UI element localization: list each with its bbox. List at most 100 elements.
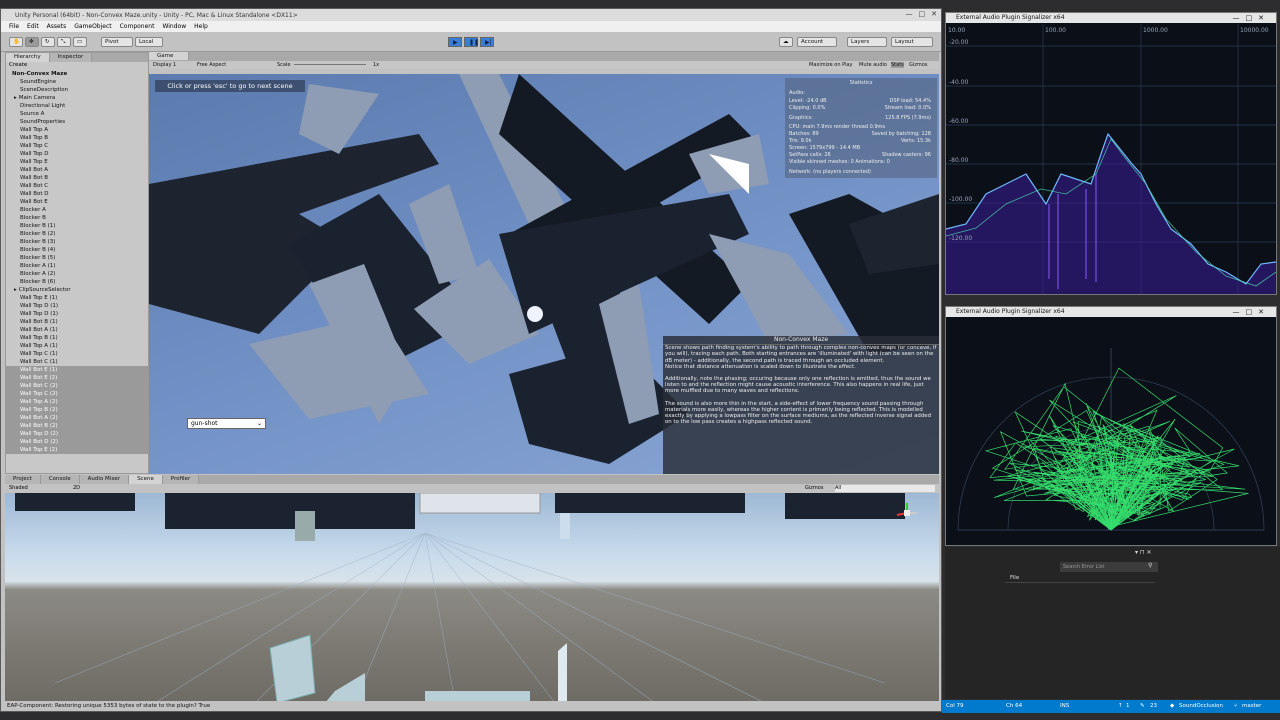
scene-gizmos-dropdown[interactable]: Gizmos bbox=[805, 485, 823, 491]
scale-slider[interactable] bbox=[294, 64, 366, 65]
pivot-button[interactable]: Pivot bbox=[101, 37, 133, 47]
tab-scene[interactable]: Scene bbox=[129, 475, 163, 484]
game-viewport[interactable]: Click or press 'esc' to go to next scene… bbox=[149, 74, 939, 474]
tab-console[interactable]: Console bbox=[40, 475, 80, 484]
stats-toggle[interactable]: Stats bbox=[891, 62, 904, 68]
tab-inspector[interactable]: Inspector bbox=[49, 53, 93, 62]
hierarchy-item[interactable]: Wall Top E bbox=[6, 158, 148, 166]
hierarchy-item[interactable]: Blocker A (1) bbox=[6, 262, 148, 270]
tab-profiler[interactable]: Profiler bbox=[162, 475, 200, 484]
play-button[interactable]: ▶ bbox=[448, 37, 462, 47]
maximize-on-play-toggle[interactable]: Maximize on Play bbox=[809, 62, 853, 68]
error-column-file[interactable]: File bbox=[1005, 575, 1155, 583]
local-button[interactable]: Local bbox=[135, 37, 163, 47]
mute-audio-toggle[interactable]: Mute audio bbox=[859, 62, 887, 68]
hierarchy-item[interactable]: Wall Top C (2) bbox=[6, 390, 148, 398]
hierarchy-item[interactable]: Wall Bot A (1) bbox=[6, 326, 148, 334]
hierarchy-item[interactable]: Wall Bot B (2) bbox=[6, 422, 148, 430]
error-search-input[interactable]: Search Error List bbox=[1060, 562, 1158, 572]
menu-component[interactable]: Component bbox=[120, 23, 155, 30]
aspect-dropdown[interactable]: Free Aspect bbox=[197, 62, 226, 68]
maximize-icon[interactable]: □ bbox=[1246, 14, 1259, 22]
hierarchy-item[interactable]: Wall Bot C (1) bbox=[6, 358, 148, 366]
hierarchy-item[interactable]: Wall Top E (2) bbox=[6, 446, 148, 454]
hierarchy-item[interactable]: Wall Top D (1) bbox=[6, 310, 148, 318]
close-icon[interactable]: ✕ bbox=[1258, 308, 1270, 316]
sound-clip-dropdown[interactable]: gun-shot ⌄ bbox=[187, 418, 266, 429]
menu-window[interactable]: Window bbox=[162, 23, 186, 30]
collab-cloud-icon[interactable]: ☁ bbox=[779, 37, 793, 47]
hierarchy-item[interactable]: Wall Top A (2) bbox=[6, 398, 148, 406]
hierarchy-item[interactable]: Wall Bot E bbox=[6, 198, 148, 206]
hierarchy-item[interactable]: Wall Top B (2) bbox=[6, 406, 148, 414]
tab-audio-mixer[interactable]: Audio Mixer bbox=[79, 475, 130, 484]
scene-orientation-gizmo-icon[interactable] bbox=[895, 501, 919, 525]
menu-edit[interactable]: Edit bbox=[27, 23, 39, 30]
menu-help[interactable]: Help bbox=[194, 23, 208, 30]
pin-icon[interactable]: ▾ ⊓ bbox=[1135, 549, 1145, 556]
hierarchy-item[interactable]: Wall Bot C (2) bbox=[6, 382, 148, 390]
tab-game[interactable]: Game bbox=[149, 52, 189, 60]
hierarchy-item[interactable]: Blocker B (3) bbox=[6, 238, 148, 246]
maximize-icon[interactable]: □ bbox=[1246, 308, 1259, 316]
status-project[interactable]: SoundOcclusion bbox=[1179, 700, 1223, 713]
hierarchy-item[interactable]: Wall Bot A bbox=[6, 166, 148, 174]
hierarchy-item[interactable]: ClipSourceSelector bbox=[6, 286, 148, 294]
hierarchy-item[interactable]: Wall Top C bbox=[6, 142, 148, 150]
hierarchy-item[interactable]: Blocker B (5) bbox=[6, 254, 148, 262]
layout-dropdown[interactable]: Layout bbox=[891, 37, 933, 47]
rotate-tool-button[interactable]: ↻ bbox=[41, 37, 55, 47]
hierarchy-item[interactable]: Blocker A bbox=[6, 206, 148, 214]
hierarchy-item[interactable]: Wall Bot E (2) bbox=[6, 374, 148, 382]
step-button[interactable]: ▶| bbox=[480, 37, 494, 47]
display-dropdown[interactable]: Display 1 bbox=[153, 62, 176, 68]
hierarchy-item[interactable]: Blocker A (2) bbox=[6, 270, 148, 278]
hierarchy-item[interactable]: Wall Bot D bbox=[6, 190, 148, 198]
pause-button[interactable]: ❚❚ bbox=[464, 37, 479, 47]
hierarchy-item[interactable]: Wall Top B bbox=[6, 134, 148, 142]
hierarchy-item[interactable]: Wall Top C (1) bbox=[6, 350, 148, 358]
close-icon[interactable]: ✕ bbox=[1147, 549, 1152, 556]
gizmos-toggle[interactable]: Gizmos bbox=[909, 62, 927, 68]
close-icon[interactable]: ✕ bbox=[931, 10, 937, 18]
hierarchy-item[interactable]: Wall Bot E (1) bbox=[6, 366, 148, 374]
maximize-icon[interactable]: □ bbox=[919, 10, 926, 18]
status-push-count[interactable]: 1 bbox=[1126, 700, 1130, 713]
hierarchy-item[interactable]: Wall Bot C bbox=[6, 182, 148, 190]
hierarchy-item[interactable]: Wall Top A bbox=[6, 126, 148, 134]
hierarchy-item[interactable]: Wall Top A (1) bbox=[6, 342, 148, 350]
hierarchy-item[interactable]: Main Camera bbox=[6, 94, 148, 102]
rect-tool-button[interactable]: ▭ bbox=[73, 37, 87, 47]
hierarchy-item[interactable]: SoundProperties bbox=[6, 118, 148, 126]
minimize-icon[interactable]: — bbox=[1233, 14, 1246, 22]
status-branch[interactable]: master bbox=[1242, 700, 1261, 713]
hierarchy-item[interactable]: Wall Top D (2) bbox=[6, 430, 148, 438]
tab-hierarchy[interactable]: Hierarchy bbox=[6, 53, 50, 62]
layers-dropdown[interactable]: Layers bbox=[847, 37, 887, 47]
account-dropdown[interactable]: Account bbox=[797, 37, 837, 47]
hierarchy-item[interactable]: Wall Top E (1) bbox=[6, 294, 148, 302]
hierarchy-item[interactable]: Wall Bot B (1) bbox=[6, 318, 148, 326]
minimize-icon[interactable]: — bbox=[906, 10, 913, 18]
menu-gameobject[interactable]: GameObject bbox=[74, 23, 111, 30]
search-icon[interactable]: ⚲ bbox=[1148, 562, 1152, 569]
scene-search-input[interactable]: All bbox=[835, 485, 935, 492]
hierarchy-item[interactable]: Blocker B (6) bbox=[6, 278, 148, 286]
close-icon[interactable]: ✕ bbox=[1258, 14, 1270, 22]
hierarchy-item[interactable]: Wall Bot A (2) bbox=[6, 414, 148, 422]
minimize-icon[interactable]: — bbox=[1233, 308, 1246, 316]
hierarchy-item[interactable]: Wall Top D bbox=[6, 150, 148, 158]
hierarchy-item[interactable]: Wall Top B (1) bbox=[6, 334, 148, 342]
hand-tool-button[interactable]: ✋ bbox=[9, 37, 23, 47]
hierarchy-item[interactable]: Directional Light bbox=[6, 102, 148, 110]
scale-tool-button[interactable]: ⤡ bbox=[57, 37, 71, 47]
menu-file[interactable]: File bbox=[9, 23, 19, 30]
hierarchy-item[interactable]: Blocker B (1) bbox=[6, 222, 148, 230]
tab-project[interactable]: Project bbox=[5, 475, 41, 484]
scene-viewport[interactable] bbox=[5, 493, 939, 703]
hierarchy-root-scene[interactable]: Non-Convex Maze bbox=[6, 70, 148, 78]
hierarchy-item[interactable]: Wall Top D (1) bbox=[6, 302, 148, 310]
create-button[interactable]: Create bbox=[6, 62, 148, 70]
hierarchy-item[interactable]: SoundEngine bbox=[6, 78, 148, 86]
hierarchy-item[interactable]: Wall Bot D (2) bbox=[6, 438, 148, 446]
